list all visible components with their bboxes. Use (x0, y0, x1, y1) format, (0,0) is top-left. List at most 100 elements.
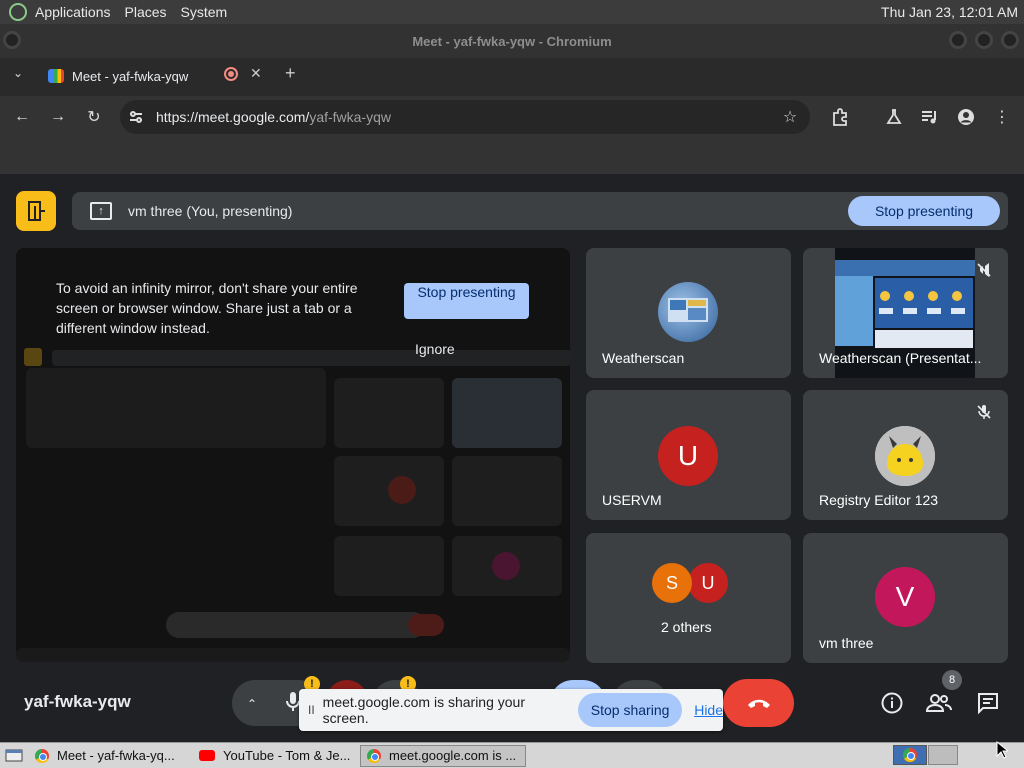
workspace-switcher[interactable] (893, 745, 927, 765)
participant-name: USERVM (602, 492, 662, 508)
present-screen-icon: ↑ (90, 202, 112, 220)
taskbar: Meet - yaf-fwka-yq... YouTube - Tom & Je… (0, 742, 1024, 768)
recording-indicator-icon (224, 67, 238, 81)
mirror-ghost-tile (334, 536, 444, 596)
meeting-info-icon[interactable] (879, 690, 905, 716)
youtube-icon (199, 750, 215, 761)
system-top-panel: Applications Places System Thu Jan 23, 1… (0, 0, 1024, 24)
taskbar-item-sharing[interactable]: meet.google.com is ... (360, 744, 526, 767)
chrome-icon (903, 748, 917, 762)
stop-presenting-inline-button[interactable]: Stop presenting (404, 283, 529, 319)
taskbar-item-youtube[interactable]: YouTube - Tom & Je... (192, 745, 358, 767)
tab-close-icon[interactable]: ✕ (250, 65, 262, 82)
mirror-ghost-tile (452, 456, 562, 526)
mic-muted-icon (976, 404, 992, 420)
mirror-ghost-tile (452, 378, 562, 448)
address-bar[interactable]: https://meet.google.com/yaf-fwka-yqw (120, 100, 810, 134)
reload-icon[interactable]: ↻ (84, 107, 104, 127)
show-desktop-icon[interactable] (2, 746, 26, 766)
taskbar-item-label: Meet - yaf-fwka-yq... (57, 748, 175, 763)
labs-flask-icon[interactable] (884, 107, 904, 127)
forward-arrow-icon[interactable]: → (48, 107, 68, 127)
participant-tile[interactable]: S U 2 others (586, 533, 791, 663)
back-arrow-icon[interactable]: ← (12, 107, 32, 127)
stop-presenting-button[interactable]: Stop presenting (848, 196, 1000, 226)
google-meet-icon (48, 69, 64, 83)
taskbar-item-meet[interactable]: Meet - yaf-fwka-yq... (28, 745, 190, 767)
url-path: yaf-fwka-yqw (309, 109, 391, 125)
profile-icon[interactable] (956, 107, 976, 127)
participant-avatar (658, 282, 718, 342)
minimize-button[interactable] (949, 31, 967, 49)
participant-avatar: S (652, 563, 692, 603)
participant-tile[interactable]: Weatherscan (586, 248, 791, 378)
share-notice-text: meet.google.com is sharing your screen. (322, 694, 525, 726)
participant-name: vm three (819, 635, 874, 651)
infinity-mirror-warning: To avoid an infinity mirror, don't share… (56, 280, 358, 336)
hide-notice-link[interactable]: Hide (694, 702, 723, 718)
new-tab-icon[interactable]: + (285, 63, 296, 84)
end-call-button[interactable] (723, 679, 794, 727)
thumbnail-ticker (875, 330, 973, 348)
chrome-icon (35, 748, 49, 763)
participant-name: Weatherscan (Presentat... (819, 350, 982, 366)
maximize-button[interactable] (975, 31, 993, 49)
people-icon[interactable] (926, 690, 952, 716)
clock[interactable]: Thu Jan 23, 12:01 AM (881, 4, 1018, 20)
chrome-icon (367, 748, 381, 763)
mirror-ghost-banner (52, 350, 570, 366)
mouse-cursor-icon (996, 740, 1010, 762)
window-title: Meet - yaf-fwka-yqw - Chromium (412, 33, 612, 49)
mirror-ghost-tile (334, 378, 444, 448)
ignore-warning-button[interactable]: Ignore (415, 341, 455, 357)
mirror-ghost-door (24, 348, 42, 366)
leave-door-button[interactable] (16, 191, 56, 231)
applications-menu[interactable]: Applications (35, 4, 111, 20)
workspace-2[interactable] (928, 745, 958, 765)
url-host: https://meet.google.com/ (156, 109, 310, 125)
thumbnail-header (835, 260, 975, 276)
chat-icon[interactable] (975, 690, 1001, 716)
participant-avatar (875, 426, 935, 486)
site-settings-icon[interactable] (126, 107, 146, 127)
thumbnail-forecast (875, 278, 973, 328)
presenting-text: vm three (You, presenting) (128, 203, 293, 219)
places-menu[interactable]: Places (125, 4, 167, 20)
window-menu-button[interactable] (3, 31, 21, 49)
more-menu-icon[interactable]: ⋮ (992, 107, 1012, 127)
mirror-ghost-region (26, 368, 326, 448)
mirror-ghost-avatar (492, 552, 520, 580)
mirror-ghost-controls (166, 612, 426, 638)
screen-share-notification: II meet.google.com is sharing your scree… (299, 689, 723, 731)
meeting-code: yaf-fwka-yqw (24, 692, 131, 711)
participant-tile[interactable]: Weatherscan (Presentat... (803, 248, 1008, 378)
close-window-button[interactable] (1001, 31, 1019, 49)
taskbar-item-label: meet.google.com is ... (389, 748, 517, 763)
taskbar-item-label: YouTube - Tom & Je... (223, 748, 351, 763)
mirror-ghost-end-call (408, 614, 444, 636)
mic-options-chevron-icon[interactable]: ⌃ (247, 697, 257, 711)
bookmarks-area (0, 140, 1024, 174)
participant-tile[interactable]: V vm three (803, 533, 1008, 663)
bookmark-star-icon[interactable]: ☆ (780, 107, 800, 127)
participant-tile[interactable]: U USERVM (586, 390, 791, 520)
participant-avatar: U (688, 563, 728, 603)
tab-label: Meet - yaf-fwka-yqw (72, 68, 189, 84)
participant-name: 2 others (661, 619, 712, 635)
participant-avatar: V (875, 567, 935, 627)
participant-name: Registry Editor 123 (819, 492, 939, 508)
window-title-bar[interactable]: Meet - yaf-fwka-yqw - Chromium (0, 24, 1024, 58)
stop-sharing-button[interactable]: Stop sharing (577, 693, 683, 727)
participant-tile[interactable]: Registry Editor 123 (803, 390, 1008, 520)
system-menu[interactable]: System (181, 4, 228, 20)
thumbnail-map (835, 276, 873, 346)
people-count-badge: 8 (942, 670, 962, 690)
mirror-ghost-taskbar (16, 648, 570, 662)
tab-list-chevron-icon[interactable]: ⌄ (13, 66, 23, 80)
media-controls-icon[interactable] (920, 107, 940, 127)
pause-icon: II (308, 703, 315, 717)
participant-avatar: U (658, 426, 718, 486)
mic-muted-icon (976, 262, 992, 278)
extensions-icon[interactable] (830, 107, 850, 127)
gnome-logo-icon[interactable] (9, 3, 27, 21)
